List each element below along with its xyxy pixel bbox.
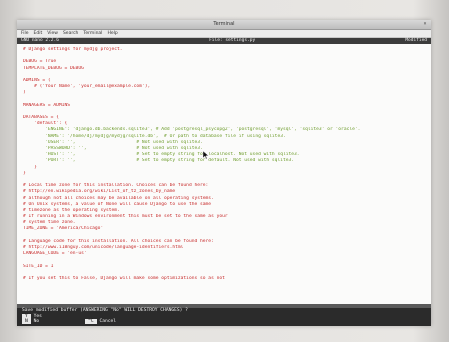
screen-background: Terminal × File Edit View Search Termina… — [0, 0, 449, 342]
menu-edit[interactable]: Edit — [34, 31, 43, 36]
title-bar: Terminal × — [17, 20, 431, 30]
menu-bar: File Edit View Search Terminal Help — [17, 30, 431, 38]
save-prompt: Save modified buffer (ANSWERING "No" WIL… — [17, 308, 431, 326]
menu-file[interactable]: File — [21, 31, 29, 36]
mouse-cursor-icon — [203, 151, 209, 159]
terminal-content[interactable]: GNU nano 2.2.6 File: settings.py Modifie… — [17, 38, 431, 326]
no-option[interactable]: N No — [22, 319, 39, 324]
window-title: Terminal — [213, 21, 235, 27]
code-editor[interactable]: # Django settings for mydjg project. DEBU… — [17, 44, 431, 285]
menu-view[interactable]: View — [47, 31, 58, 36]
menu-terminal[interactable]: Terminal — [83, 31, 102, 36]
terminal-window: Terminal × File Edit View Search Termina… — [17, 20, 431, 326]
close-icon[interactable]: × — [422, 21, 428, 27]
cancel-option[interactable]: ^C Cancel — [85, 319, 116, 324]
nano-version: GNU nano 2.2.6 — [21, 38, 59, 43]
menu-help[interactable]: Help — [107, 31, 117, 36]
code-line: # If you set this to False, Django will … — [23, 275, 225, 281]
file-name: File: settings.py — [209, 38, 256, 43]
modified-flag: Modified — [405, 38, 427, 43]
menu-search[interactable]: Search — [63, 31, 78, 36]
